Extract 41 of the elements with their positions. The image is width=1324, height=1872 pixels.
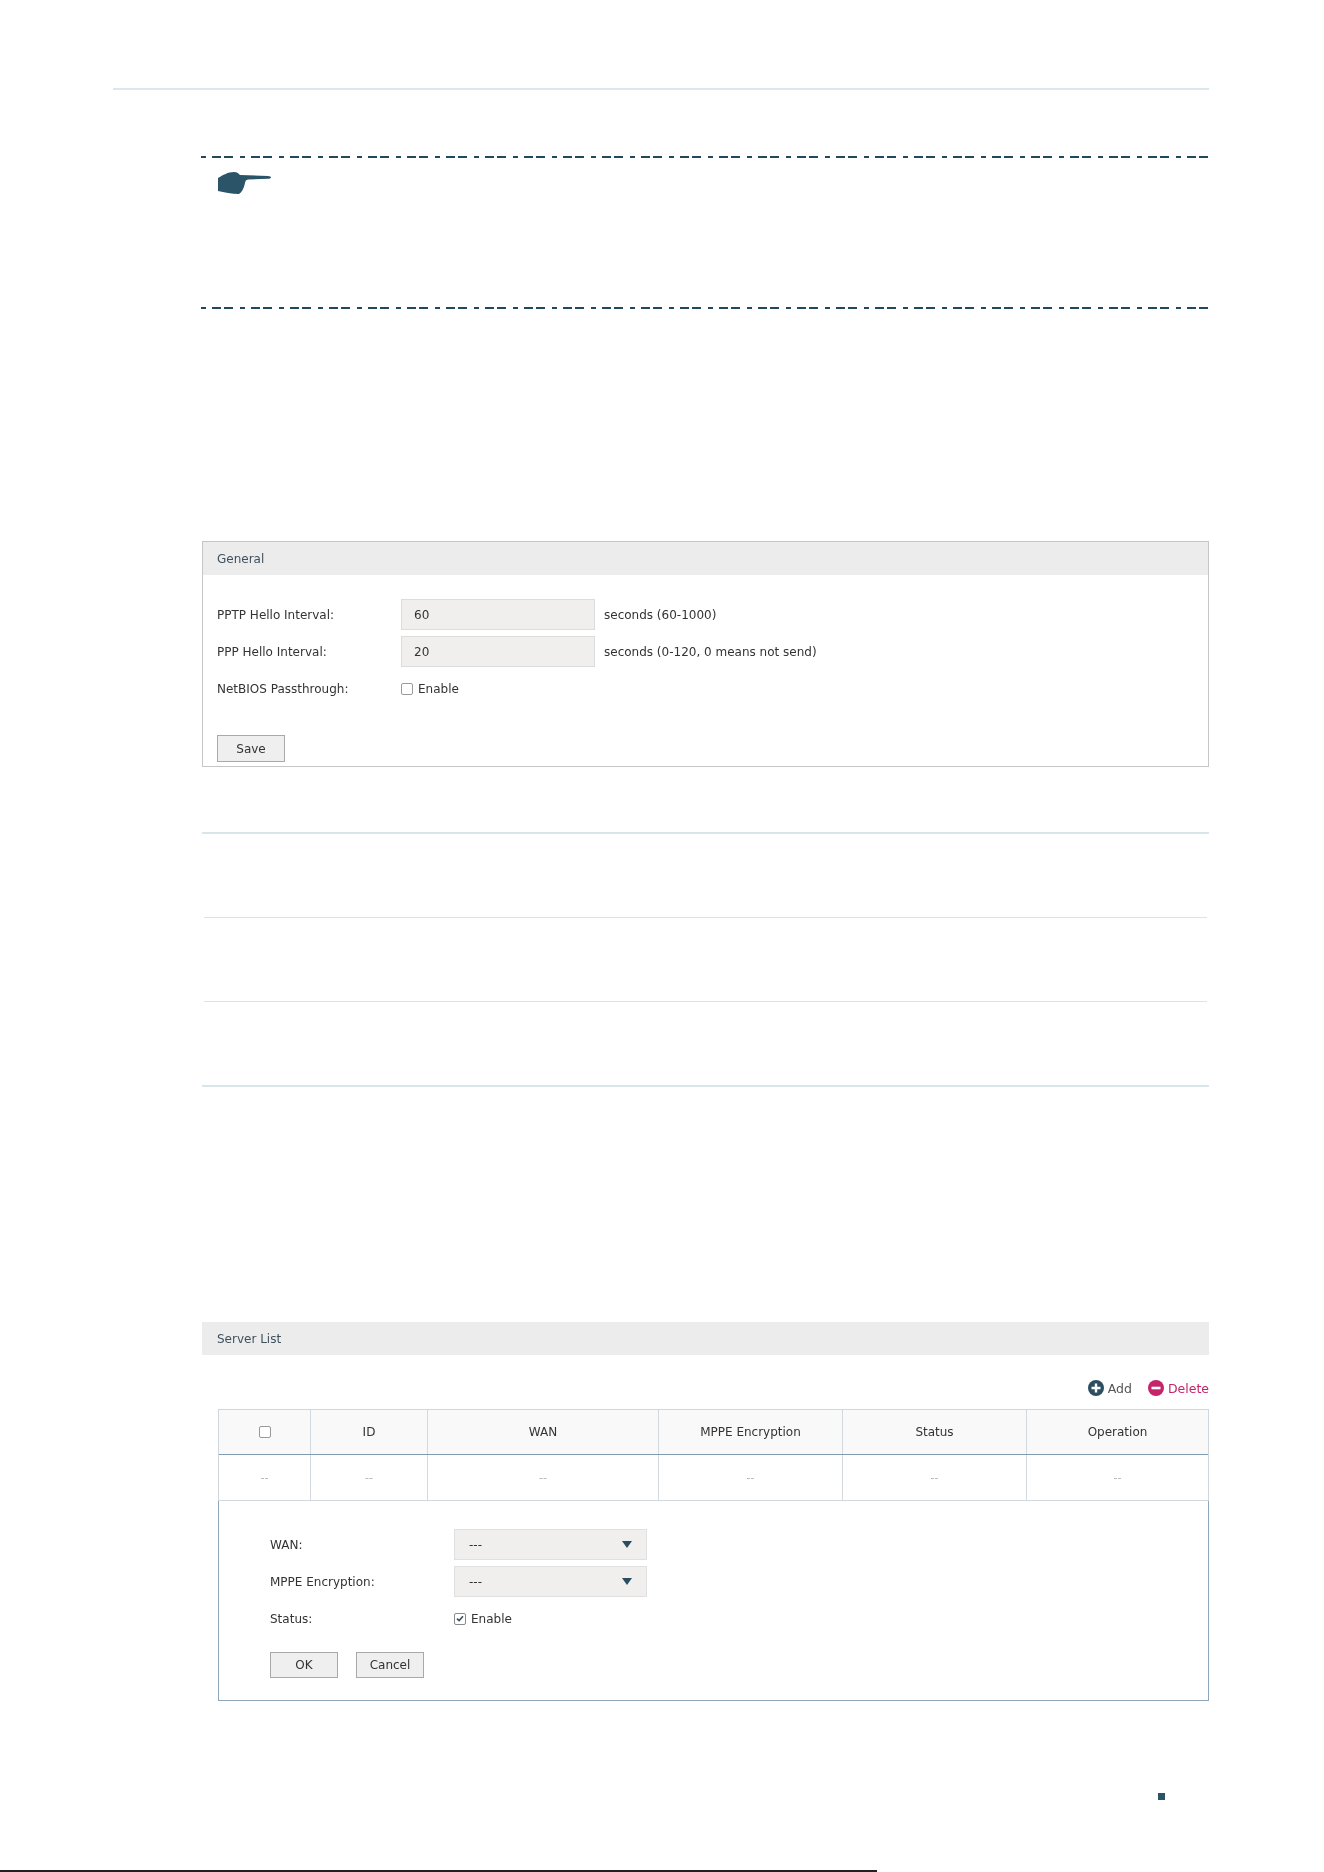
table-cell: -- <box>311 1455 428 1500</box>
checkbox-label: Enable <box>471 1611 512 1626</box>
checkbox[interactable] <box>454 1612 466 1625</box>
field-label: PPP Hello Interval: <box>217 644 328 659</box>
text-field[interactable]: 60 <box>401 599 595 630</box>
delete-link[interactable]: Delete <box>1147 1380 1209 1396</box>
table-cell: -- <box>843 1455 1027 1500</box>
dropdown-field[interactable]: --- <box>454 1566 647 1597</box>
checkbox[interactable] <box>401 682 413 695</box>
column-header: MPPE Encryption <box>659 1410 843 1454</box>
column-header: WAN <box>428 1410 659 1454</box>
panel-header: Server List <box>202 1322 1209 1355</box>
cancel-button[interactable]: Cancel <box>356 1652 424 1678</box>
field-label: NetBIOS Passthrough: <box>217 681 350 696</box>
column-header: Operation <box>1086 1424 1149 1441</box>
column-header: ID <box>311 1410 428 1454</box>
column-header: Status <box>843 1410 1027 1454</box>
hint-text: seconds (0-120, 0 means not send) <box>604 644 817 659</box>
panel-header: General <box>203 542 1208 575</box>
table-cell: -- <box>219 1455 311 1500</box>
minus-circle-icon <box>1147 1380 1164 1396</box>
caret-icon <box>622 1541 632 1548</box>
field-label: MPPE Encryption: <box>270 1574 376 1589</box>
ok-button[interactable]: OK <box>270 1652 338 1678</box>
caret-icon <box>622 1578 632 1585</box>
table-cell: -- <box>428 1455 659 1500</box>
square-marker-icon <box>1158 1793 1165 1800</box>
table-cell: -- <box>659 1455 843 1500</box>
pointing-hand-icon <box>217 171 273 195</box>
table-cell-text: -- <box>1112 1470 1123 1486</box>
field-label: WAN: <box>270 1537 304 1552</box>
hint-text: seconds (60-1000) <box>604 607 717 622</box>
dropdown-field[interactable]: --- <box>454 1529 647 1560</box>
save-button[interactable]: Save <box>217 735 285 762</box>
plus-circle-icon <box>1087 1380 1104 1396</box>
add-link[interactable]: Add <box>1087 1380 1132 1396</box>
checkbox-label: Enable <box>418 681 459 696</box>
field-label: PPTP Hello Interval: <box>217 607 336 622</box>
text-field[interactable]: 20 <box>401 636 595 667</box>
field-label: Status: <box>270 1611 314 1626</box>
select-all-checkbox[interactable] <box>258 1426 271 1438</box>
